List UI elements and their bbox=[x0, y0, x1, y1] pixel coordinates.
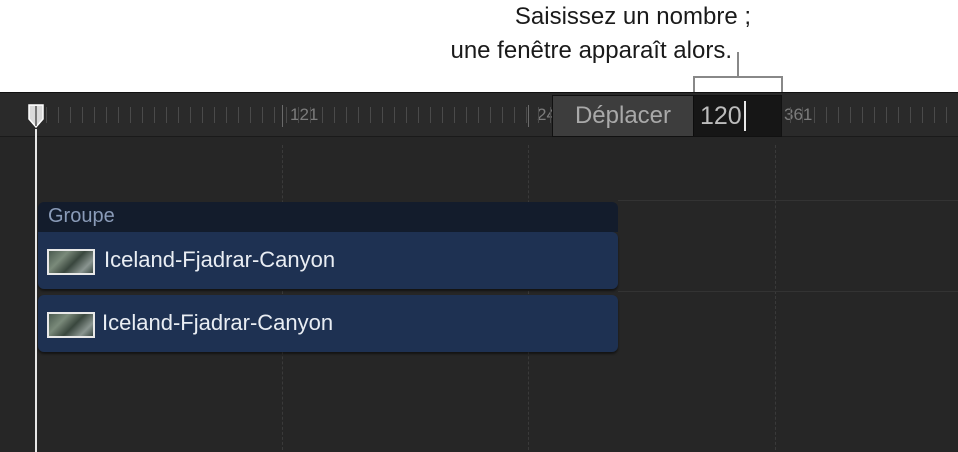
ruler-major-tick bbox=[528, 105, 529, 127]
ruler-tick bbox=[250, 107, 251, 123]
ruler-tick bbox=[406, 107, 407, 123]
clip-iceland-1[interactable]: Iceland-Fjadrar-Canyon bbox=[38, 232, 618, 289]
ruler-tick bbox=[526, 107, 527, 123]
ruler-tick bbox=[478, 107, 479, 123]
ruler-tick bbox=[466, 107, 467, 123]
ruler-tick bbox=[838, 107, 839, 123]
ruler-tick bbox=[202, 107, 203, 123]
ruler-tick bbox=[370, 107, 371, 123]
track-divider bbox=[618, 291, 958, 292]
ruler-tick bbox=[394, 107, 395, 123]
ruler-tick bbox=[382, 107, 383, 123]
ruler-tick bbox=[310, 107, 311, 123]
timeline[interactable]: 121 24 361 Groupe Iceland-Fjadrar-Canyon… bbox=[0, 92, 958, 452]
ruler-tick bbox=[922, 107, 923, 123]
ruler-tick bbox=[274, 107, 275, 123]
group-label: Groupe bbox=[48, 205, 115, 227]
ruler-tick bbox=[118, 107, 119, 123]
ruler-tick bbox=[286, 107, 287, 123]
ruler-tick bbox=[358, 107, 359, 123]
ruler-tick bbox=[238, 107, 239, 123]
clip-thumbnail bbox=[47, 249, 95, 275]
ruler-tick bbox=[814, 107, 815, 123]
ruler-tick bbox=[874, 107, 875, 123]
ruler-tick bbox=[334, 107, 335, 123]
text-caret bbox=[744, 101, 746, 131]
ruler-tick bbox=[430, 107, 431, 123]
ruler-tick bbox=[934, 107, 935, 123]
clip-group[interactable]: Groupe bbox=[38, 202, 618, 232]
ruler-tick bbox=[826, 107, 827, 123]
ruler-tick bbox=[142, 107, 143, 123]
callout-annotation: Saisissez un nombre ; une fenêtre appara… bbox=[0, 0, 958, 92]
ruler-tick bbox=[886, 107, 887, 123]
ruler-tick bbox=[898, 107, 899, 123]
ruler-tick bbox=[514, 107, 515, 123]
callout-text-line-1: Saisissez un nombre ; bbox=[514, 3, 751, 30]
ruler-tick bbox=[58, 107, 59, 123]
ruler-tick bbox=[946, 107, 947, 123]
ruler-major-tick bbox=[282, 105, 283, 127]
callout-text-line-2: une fenêtre apparaît alors. bbox=[450, 37, 732, 64]
ruler-tick bbox=[802, 107, 803, 123]
ruler-tick bbox=[862, 107, 863, 123]
ruler-tick bbox=[214, 107, 215, 123]
clip-thumbnail bbox=[47, 312, 95, 338]
callout-bracket bbox=[693, 76, 783, 92]
ruler-tick bbox=[442, 107, 443, 123]
playhead-line[interactable] bbox=[35, 129, 37, 452]
ruler-tick bbox=[262, 107, 263, 123]
ruler-tick bbox=[178, 107, 179, 123]
move-label: Déplacer bbox=[553, 96, 693, 136]
ruler-tick bbox=[490, 107, 491, 123]
ruler-label-121: 121 bbox=[290, 105, 319, 124]
ruler-tick bbox=[850, 107, 851, 123]
timeline-ruler[interactable]: 121 24 361 bbox=[0, 93, 958, 137]
ruler-tick bbox=[910, 107, 911, 123]
ruler-label-361: 361 bbox=[784, 105, 813, 124]
ruler-tick bbox=[82, 107, 83, 123]
ruler-tick bbox=[106, 107, 107, 123]
clip-iceland-2[interactable]: Iceland-Fjadrar-Canyon bbox=[38, 295, 618, 352]
ruler-tick bbox=[154, 107, 155, 123]
ruler-tick bbox=[502, 107, 503, 123]
track-divider bbox=[618, 200, 958, 201]
ruler-tick bbox=[130, 107, 131, 123]
ruler-tick bbox=[190, 107, 191, 123]
ruler-tick bbox=[322, 107, 323, 123]
playhead-icon[interactable] bbox=[27, 103, 45, 129]
ruler-tick bbox=[70, 107, 71, 123]
clip-label: Iceland-Fjadrar-Canyon bbox=[102, 310, 334, 335]
ruler-tick bbox=[46, 107, 47, 123]
clip-label: Iceland-Fjadrar-Canyon bbox=[104, 247, 336, 272]
ruler-tick bbox=[226, 107, 227, 123]
ruler-tick bbox=[94, 107, 95, 123]
move-value-input[interactable] bbox=[693, 96, 781, 136]
ruler-tick bbox=[454, 107, 455, 123]
ruler-tick bbox=[538, 107, 539, 123]
move-field[interactable]: Déplacer bbox=[552, 95, 782, 137]
grid-line bbox=[775, 145, 776, 452]
ruler-tick bbox=[790, 107, 791, 123]
ruler-tick bbox=[550, 107, 551, 123]
callout-bracket-stem bbox=[737, 52, 739, 77]
ruler-tick bbox=[166, 107, 167, 123]
ruler-tick bbox=[418, 107, 419, 123]
ruler-tick bbox=[346, 107, 347, 123]
ruler-tick bbox=[298, 107, 299, 123]
